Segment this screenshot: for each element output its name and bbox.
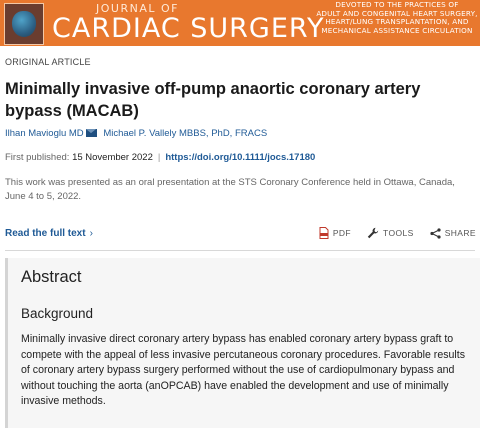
read-full-text-link[interactable]: Read the full text › — [5, 228, 93, 239]
first-published-date: 15 November 2022 — [72, 152, 153, 163]
wrench-icon — [367, 227, 379, 239]
tools-label: TOOLS — [383, 228, 414, 238]
share-icon — [430, 227, 441, 239]
journal-cover-thumbnail[interactable] — [4, 3, 44, 45]
tagline-line: MECHANICAL ASSISTANCE CIRCULATION — [321, 25, 473, 35]
heart-image — [12, 11, 36, 37]
author-list: Ilhan Mavioglu MD Michael P. Vallely MBB… — [5, 128, 267, 139]
email-icon[interactable] — [85, 129, 97, 137]
abstract-background-text: Minimally invasive direct coronary arter… — [21, 333, 466, 408]
read-full-text-label: Read the full text — [5, 228, 86, 239]
pdf-icon — [319, 227, 329, 239]
article-actions: PDF TOOLS SHARE — [319, 227, 476, 239]
article-title: Minimally invasive off-pump anaortic cor… — [5, 80, 421, 120]
share-button[interactable]: SHARE — [430, 227, 476, 239]
background-heading: Background — [21, 306, 94, 321]
abstract-heading: Abstract — [21, 268, 82, 286]
tools-button[interactable]: TOOLS — [367, 227, 414, 239]
article-type-label: ORIGINAL ARTICLE — [5, 57, 91, 67]
author-link[interactable]: Michael P. Vallely MBBS, PhD, FRACS — [103, 128, 267, 139]
journal-tagline: DEVOTED TO THE PRACTICES OF ADULT AND CO… — [316, 0, 478, 35]
author-link[interactable]: Ilhan Mavioglu MD — [5, 128, 84, 139]
separator: | — [157, 152, 161, 163]
first-published-label: First published: — [5, 152, 70, 163]
chevron-right-icon: › — [89, 228, 93, 239]
pdf-label: PDF — [332, 228, 352, 238]
journal-name: CARDIAC SURGERY — [52, 13, 325, 44]
section-divider — [5, 250, 475, 251]
pdf-button[interactable]: PDF — [319, 227, 351, 239]
share-label: SHARE — [444, 228, 476, 238]
journal-banner[interactable]: JOURNAL OF CARDIAC SURGERY DEVOTED TO TH… — [0, 0, 480, 46]
doi-link[interactable]: https://doi.org/10.1111/jocs.17180 — [165, 152, 315, 163]
abstract-panel: Abstract Background Minimally invasive d… — [5, 258, 480, 428]
presentation-note: This work was presented as an oral prese… — [5, 177, 455, 202]
publication-info: First published: 15 November 2022 | https:… — [5, 152, 315, 163]
